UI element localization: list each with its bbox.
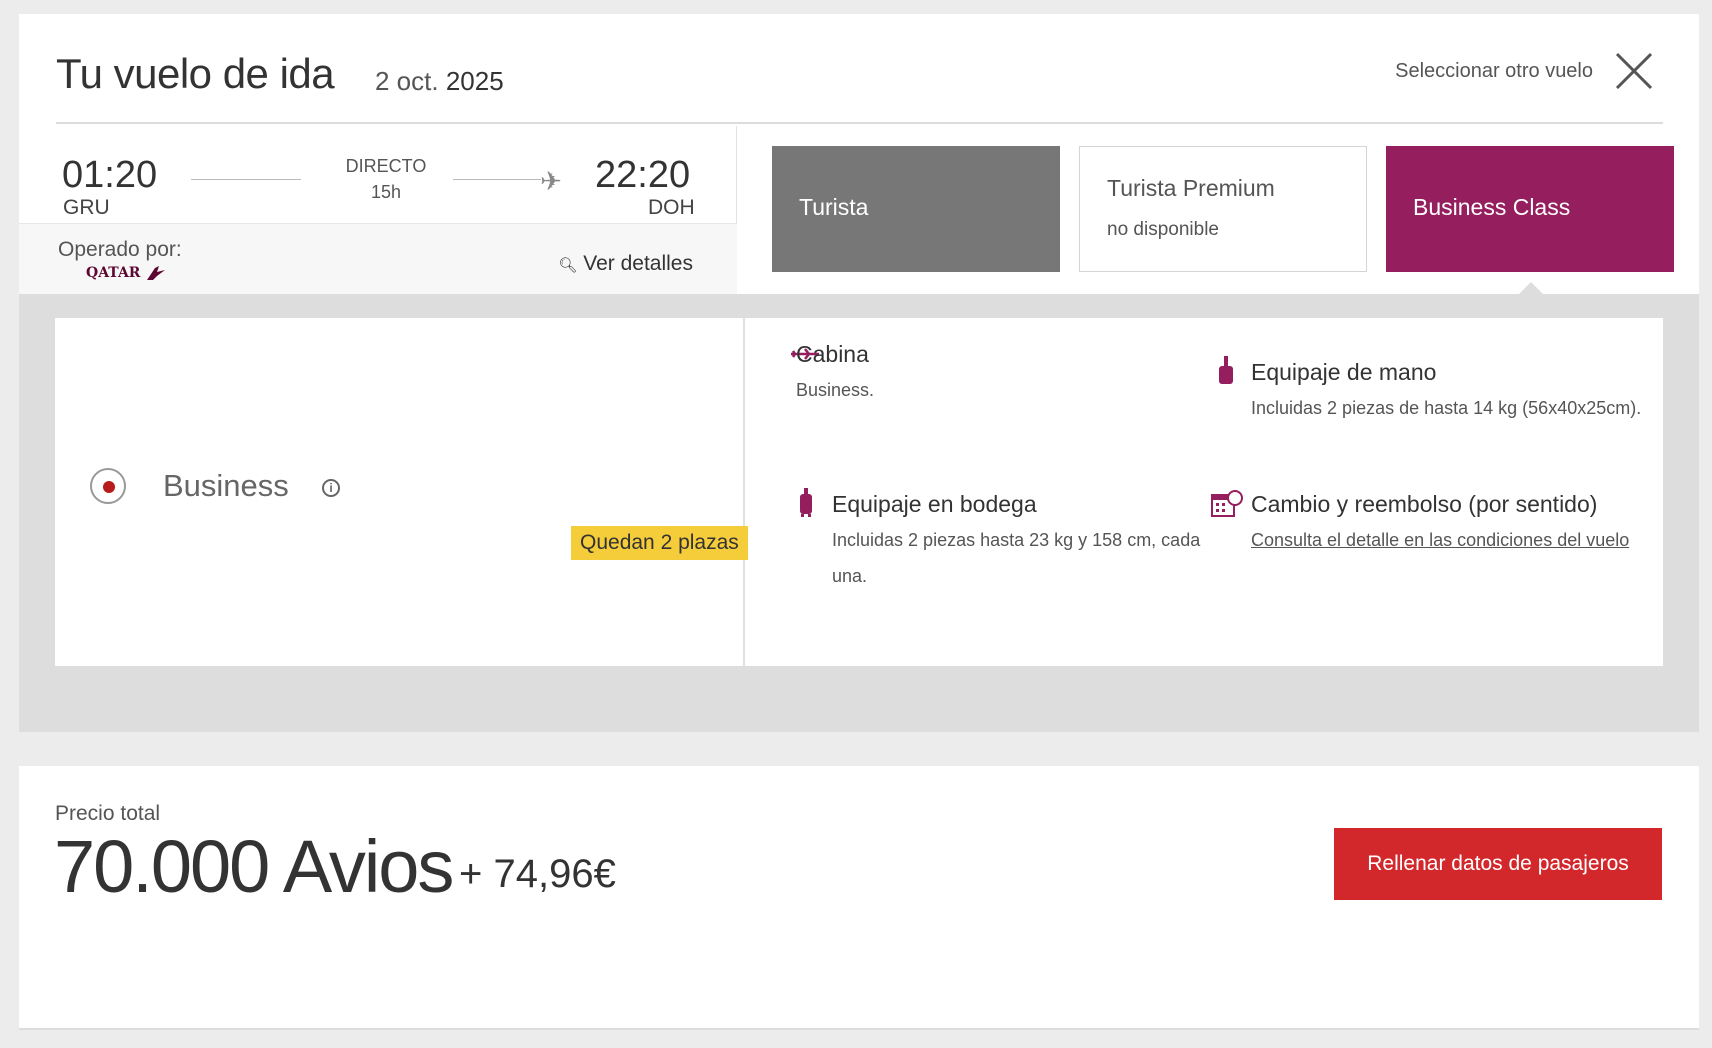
operated-by: Operado por: QATAR 🔍︎ Ver detalles	[19, 223, 737, 294]
search-icon: 🔍︎	[558, 257, 578, 274]
arrival-time: 22:20	[595, 154, 691, 196]
fare-tab-status: no disponible	[1107, 219, 1219, 240]
price-card: Precio total 70.000 Avios + 74,96€ Relle…	[19, 766, 1699, 1030]
seats-left-badge: Quedan 2 plazas	[571, 526, 748, 560]
route-line-right	[453, 179, 541, 180]
route-line-left	[191, 179, 301, 180]
total-price-cash: + 74,96€	[459, 852, 616, 896]
feature-cabin-desc: Business.	[796, 380, 875, 400]
fare-option-label: Business	[163, 468, 289, 503]
view-details-label: Ver detalles	[583, 252, 693, 275]
feature-checked-luggage: Equipaje en bodega Incluidas 2 piezas ha…	[832, 486, 1212, 594]
feature-hand-luggage: Equipaje de mano Incluidas 2 piezas de h…	[1251, 354, 1651, 426]
qatar-logo-text: QATAR	[86, 265, 141, 281]
flight-summary: 01:20 GRU DIRECTO 15h ✈ 22:20 DOH Operad…	[19, 126, 737, 294]
view-details-link[interactable]: 🔍︎ Ver detalles	[558, 252, 693, 276]
operated-by-label: Operado por:	[58, 238, 182, 261]
checked-luggage-icon	[800, 488, 812, 517]
feature-change-refund: Cambio y reembolso (por sentido) Consult…	[1251, 486, 1651, 558]
flight-date-year: 2025	[445, 66, 504, 96]
selected-tab-caret	[1519, 282, 1543, 294]
select-other-flight-link[interactable]: Seleccionar otro vuelo	[1395, 60, 1593, 83]
fare-tab-label: Business Class	[1413, 194, 1571, 220]
fill-passenger-data-button[interactable]: Rellenar datos de pasajeros	[1334, 828, 1662, 900]
page-title: Tu vuelo de ida	[56, 50, 335, 97]
fare-tab-label: Turista	[799, 194, 869, 220]
feature-cabin: Cabina Business.	[796, 336, 1156, 408]
flight-type: DIRECTO	[345, 156, 427, 176]
departure-code: GRU	[63, 196, 110, 219]
flight-conditions-link[interactable]: Consulta el detalle en las condiciones d…	[1251, 530, 1629, 550]
hand-luggage-icon	[1219, 356, 1233, 384]
total-price-label: Precio total	[55, 802, 161, 825]
feature-change-desc: Consulta el detalle en las condiciones d…	[1251, 522, 1651, 558]
fare-tab-business-class[interactable]: Business Class	[1386, 146, 1674, 272]
plane-icon: ✈	[540, 166, 562, 196]
flight-header: Tu vuelo de ida 2 oct. 2025 Seleccionar …	[56, 14, 1663, 124]
fare-option: Business i Quedan 2 plazas	[55, 318, 748, 666]
departure-time: 01:20	[62, 154, 158, 196]
qatar-airways-logo: QATAR	[86, 264, 167, 282]
feature-change-title: Cambio y reembolso (por sentido)	[1251, 491, 1598, 517]
fare-tab-label: Turista Premium	[1107, 175, 1275, 201]
fare-tab-turista[interactable]: Turista	[772, 146, 1060, 272]
calendar-refund-icon	[1211, 490, 1243, 517]
flight-date: 2 oct. 2025	[375, 66, 504, 97]
oryx-icon	[147, 266, 166, 280]
arrival-code: DOH	[648, 196, 695, 219]
total-price-avios: 70.000 Avios	[54, 825, 454, 908]
close-icon[interactable]	[1613, 50, 1655, 92]
feature-hold-desc: Incluidas 2 piezas hasta 23 kg y 158 cm,…	[832, 530, 1201, 586]
feature-hand-desc: Incluidas 2 piezas de hasta 14 kg (56x40…	[1251, 398, 1642, 418]
feature-cabin-title: Cabina	[796, 341, 869, 367]
fare-radio-selected[interactable]	[90, 468, 126, 504]
info-icon[interactable]: i	[322, 479, 340, 497]
flight-date-day: 2 oct.	[375, 66, 439, 96]
feature-hold-title: Equipaje en bodega	[832, 491, 1037, 517]
flight-times: 01:20 GRU DIRECTO 15h ✈ 22:20 DOH	[19, 126, 737, 222]
feature-hand-title: Equipaje de mano	[1251, 359, 1437, 385]
flight-duration: 15h	[370, 182, 402, 202]
fare-tab-turista-premium[interactable]: Turista Premium no disponible	[1079, 146, 1367, 272]
